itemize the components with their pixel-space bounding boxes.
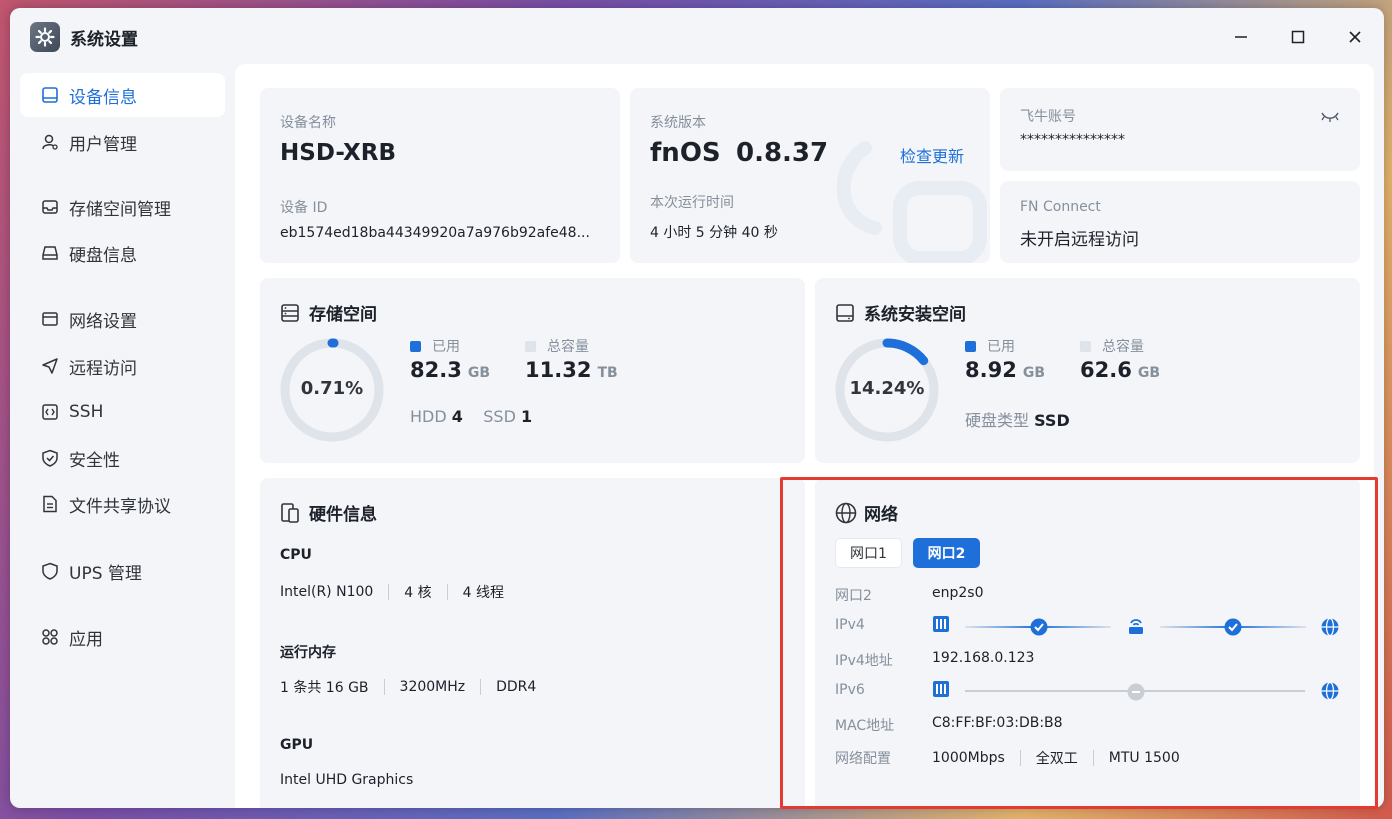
close-button[interactable] <box>1344 26 1366 48</box>
storage-percent: 0.71% <box>300 378 364 399</box>
fn-connect-label: FN Connect <box>1020 199 1101 215</box>
code-icon <box>40 402 60 422</box>
hardware-icon <box>280 502 302 524</box>
storage-icon <box>40 197 60 217</box>
system-version-label: 系统版本 <box>650 115 706 131</box>
disk-counts: HDD 4 SSD 1 <box>410 407 533 426</box>
system-total-value: 62.6 GB <box>1080 358 1160 382</box>
network-icon <box>40 309 60 329</box>
sidebar-item-ups[interactable]: UPS 管理 <box>20 549 225 593</box>
minimize-icon <box>1235 36 1247 38</box>
cpu-info: Intel(R) N100 4 核 4 线程 <box>280 584 505 601</box>
maximize-button[interactable] <box>1287 26 1309 48</box>
sidebar: 设备信息 用户管理 存储空间管理 硬盘信息 网络设置 远程访问 SSH 安全性 <box>10 64 235 808</box>
apps-icon <box>40 627 60 647</box>
sidebar-item-security[interactable]: 安全性 <box>20 436 225 480</box>
cpu-label: CPU <box>280 547 312 563</box>
title-bar: 系统设置 <box>10 8 1384 64</box>
device-name: HSD-XRB <box>280 140 396 166</box>
storage-used-legend: 已用 <box>410 336 460 356</box>
sidebar-item-label: 网络设置 <box>69 311 137 332</box>
uptime-label: 本次运行时间 <box>650 195 734 211</box>
eye-closed-icon[interactable] <box>1320 110 1340 124</box>
user-icon <box>40 132 60 152</box>
sidebar-item-label: SSH <box>69 402 104 422</box>
system-used-value: 8.92 GB <box>965 358 1045 382</box>
sidebar-item-user-management[interactable]: 用户管理 <box>20 120 225 164</box>
check-update-link[interactable]: 检查更新 <box>900 143 964 167</box>
device-icon <box>40 85 60 105</box>
storage-used-value: 82.3 GB <box>410 358 490 382</box>
sidebar-item-label: 用户管理 <box>69 134 137 155</box>
system-space-title: 系统安装空间 <box>835 300 966 325</box>
sidebar-item-label: 硬盘信息 <box>69 245 137 266</box>
hardware-title: 硬件信息 <box>280 500 377 525</box>
sidebar-item-disk-info[interactable]: 硬盘信息 <box>20 231 225 275</box>
sidebar-item-label: 设备信息 <box>69 87 137 108</box>
fn-connect-value: 未开启远程访问 <box>1020 230 1139 250</box>
sidebar-item-network-settings[interactable]: 网络设置 <box>20 297 225 341</box>
sidebar-item-file-sharing[interactable]: 文件共享协议 <box>20 482 225 526</box>
sidebar-item-label: 应用 <box>69 629 103 650</box>
gpu-label: GPU <box>280 737 314 753</box>
sidebar-item-device-info[interactable]: 设备信息 <box>20 73 225 117</box>
sidebar-item-ssh[interactable]: SSH <box>20 390 225 434</box>
account-label: 飞牛账号 <box>1020 109 1076 125</box>
disk-icon <box>40 243 60 263</box>
gpu-info: Intel UHD Graphics <box>280 772 414 788</box>
storage-total-value: 11.32 TB <box>525 358 618 382</box>
file-icon <box>40 494 60 514</box>
settings-app-icon <box>30 22 60 52</box>
device-name-label: 设备名称 <box>280 115 336 131</box>
highlight-box <box>780 477 1378 809</box>
hardware-card: 硬件信息 CPU Intel(R) N100 4 核 4 线程 运行内存 1 条… <box>260 478 805 808</box>
memory-label: 运行内存 <box>280 645 336 661</box>
system-space-card: 系统安装空间 14.24% 已用 8.92 GB 总容量 62.6 GB 硬盘类型 … <box>815 278 1360 463</box>
account-card: 飞牛账号 *************** <box>1000 88 1360 171</box>
storage-title: 存储空间 <box>280 300 377 325</box>
system-version-card: 系统版本 fnOS 0.8.37 检查更新 本次运行时间 4 小时 5 分钟 4… <box>630 88 990 263</box>
window-title: 系统设置 <box>70 30 138 50</box>
memory-info: 1 条共 16 GB 3200MHz DDR4 <box>280 679 537 696</box>
device-card: 设备名称 HSD-XRB 设备 ID eb1574ed18ba44349920a… <box>260 88 620 263</box>
storage-card: 存储空间 0.71% 已用 82.3 GB 总容量 11.32 TB HDD 4 S… <box>260 278 805 463</box>
disk-card-icon <box>835 302 857 324</box>
system-used-legend: 已用 <box>965 336 1015 356</box>
disk-type: 硬盘类型 SSD <box>965 411 1070 430</box>
sidebar-item-storage-management[interactable]: 存储空间管理 <box>20 185 225 229</box>
minimize-button[interactable] <box>1230 26 1252 48</box>
uptime-value: 4 小时 5 分钟 40 秒 <box>650 225 778 241</box>
device-id-label: 设备 ID <box>280 200 328 216</box>
account-value: *************** <box>1020 132 1125 148</box>
sidebar-item-label: 存储空间管理 <box>69 199 171 220</box>
maximize-icon <box>1291 30 1305 44</box>
sidebar-item-label: 安全性 <box>69 450 120 471</box>
system-space-percent: 14.24% <box>849 378 925 399</box>
sidebar-item-label: 远程访问 <box>69 358 137 379</box>
device-id: eb1574ed18ba44349920a7a976b92afe48... <box>280 225 590 241</box>
close-icon <box>1349 31 1361 43</box>
storage-card-icon <box>280 302 302 324</box>
shield-check-icon <box>40 448 60 468</box>
shield-icon <box>40 561 60 581</box>
fn-connect-card: FN Connect 未开启远程访问 <box>1000 181 1360 263</box>
sidebar-item-remote-access[interactable]: 远程访问 <box>20 344 225 388</box>
os-version: 0.8.37 <box>736 138 829 168</box>
storage-total-legend: 总容量 <box>525 336 589 356</box>
sidebar-item-label: 文件共享协议 <box>69 496 171 517</box>
send-icon <box>40 356 60 376</box>
sidebar-item-label: UPS 管理 <box>69 563 142 584</box>
system-total-legend: 总容量 <box>1080 336 1144 356</box>
sidebar-item-apps[interactable]: 应用 <box>20 615 225 659</box>
os-name: fnOS <box>650 138 721 168</box>
